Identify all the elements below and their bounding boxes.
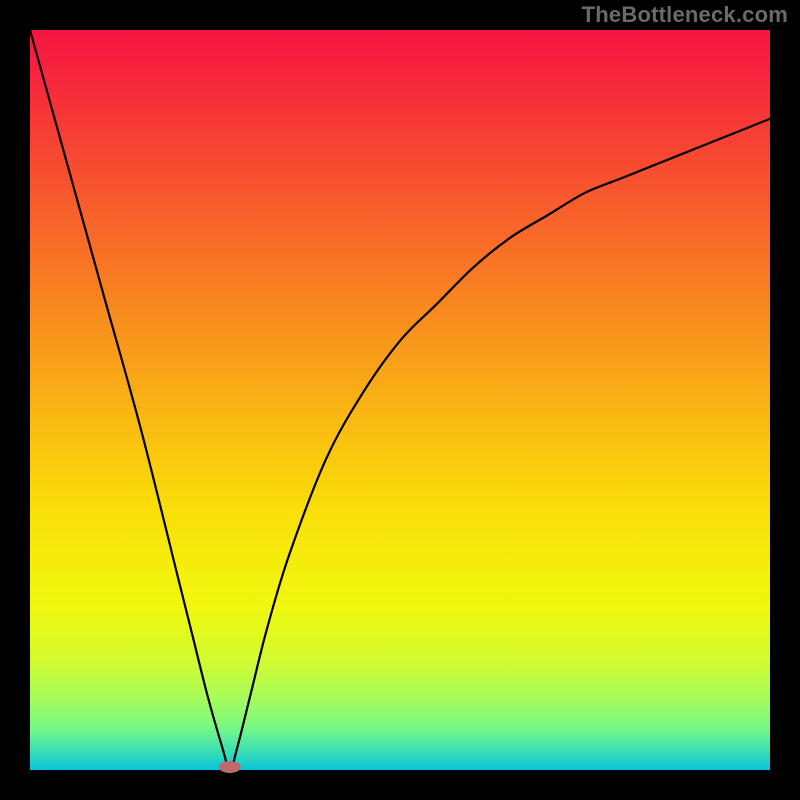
bottleneck-chart [0,0,800,800]
plot-area [30,30,770,770]
chart-frame: TheBottleneck.com [0,0,800,800]
watermark-text: TheBottleneck.com [582,2,788,28]
bottleneck-marker [219,761,241,773]
